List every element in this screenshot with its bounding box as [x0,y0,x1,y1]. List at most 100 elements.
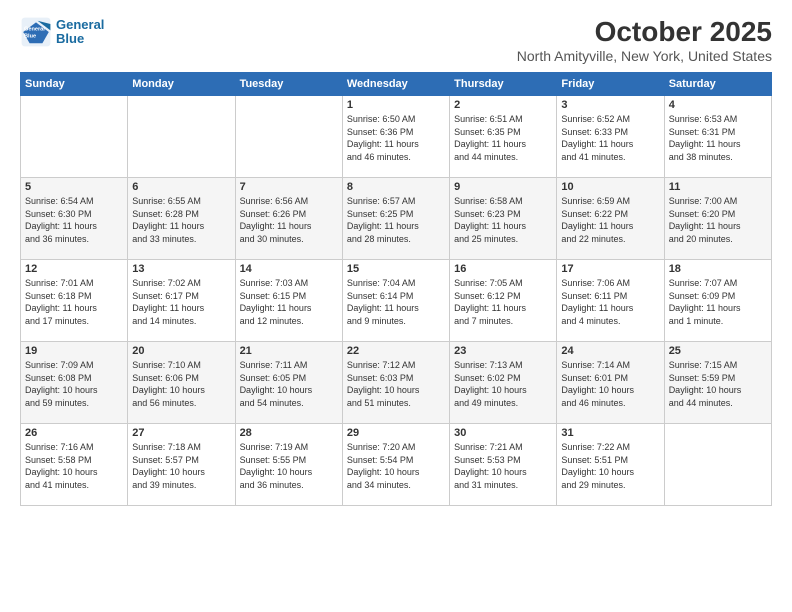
calendar-cell: 21 Sunrise: 7:11 AM Sunset: 6:05 PM Dayli… [235,342,342,424]
cell-content: Sunrise: 7:18 AM Sunset: 5:57 PM Dayligh… [132,441,230,491]
calendar-title: October 2025 [517,16,772,48]
calendar-cell: 25Sunrise: 7:15 AM Sunset: 5:59 PM Dayli… [664,342,771,424]
logo-line2: Blue [56,32,104,46]
day-number: 3 [561,99,659,111]
calendar-cell: 13 Sunrise: 7:02 AM Sunset: 6:17 PM Dayli… [128,260,235,342]
cell-content: Sunrise: 7:10 AM Sunset: 6:06 PM Dayligh… [132,359,230,409]
svg-text:General: General [24,26,45,32]
day-number: 8 [347,181,445,193]
header-wednesday: Wednesday [342,73,449,96]
cell-content: Sunrise: 7:04 AM Sunset: 6:14 PM Dayligh… [347,277,445,327]
calendar-cell [664,424,771,506]
logo: General Blue General Blue [20,16,104,48]
cell-content: Sunrise: 6:53 AM Sunset: 6:31 PM Dayligh… [669,113,767,163]
cell-content: Sunrise: 6:54 AM Sunset: 6:30 PM Dayligh… [25,195,123,245]
calendar-cell: 6 Sunrise: 6:55 AM Sunset: 6:28 PM Daylig… [128,178,235,260]
cell-content: Sunrise: 7:11 AM Sunset: 6:05 PM Dayligh… [240,359,338,409]
calendar-cell: 4 Sunrise: 6:53 AM Sunset: 6:31 PM Daylig… [664,96,771,178]
calendar-cell: 16 Sunrise: 7:05 AM Sunset: 6:12 PM Dayli… [450,260,557,342]
day-number: 21 [240,345,338,357]
calendar-week-3: 12 Sunrise: 7:01 AM Sunset: 6:18 PM Dayli… [21,260,772,342]
cell-content: Sunrise: 7:13 AM Sunset: 6:02 PM Dayligh… [454,359,552,409]
logo-line1: General [56,18,104,32]
calendar-cell: 29Sunrise: 7:20 AM Sunset: 5:54 PM Dayli… [342,424,449,506]
header-friday: Friday [557,73,664,96]
calendar-week-4: 19 Sunrise: 7:09 AM Sunset: 6:08 PM Dayli… [21,342,772,424]
day-number: 31 [561,427,659,439]
calendar-cell: 31 Sunrise: 7:22 AM Sunset: 5:51 PM Dayli… [557,424,664,506]
day-number: 29 [347,427,445,439]
day-number: 2 [454,99,552,111]
cell-content: Sunrise: 7:12 AM Sunset: 6:03 PM Dayligh… [347,359,445,409]
header-row: Sunday Monday Tuesday Wednesday Thursday… [21,73,772,96]
cell-content: Sunrise: 6:55 AM Sunset: 6:28 PM Dayligh… [132,195,230,245]
cell-content: Sunrise: 6:59 AM Sunset: 6:22 PM Dayligh… [561,195,659,245]
calendar-cell: 24Sunrise: 7:14 AM Sunset: 6:01 PM Dayli… [557,342,664,424]
cell-content: Sunrise: 7:19 AM Sunset: 5:55 PM Dayligh… [240,441,338,491]
cell-content: Sunrise: 7:00 AM Sunset: 6:20 PM Dayligh… [669,195,767,245]
cell-content: Sunrise: 7:15 AM Sunset: 5:59 PM Dayligh… [669,359,767,409]
cell-content: Sunrise: 6:51 AM Sunset: 6:35 PM Dayligh… [454,113,552,163]
day-number: 30 [454,427,552,439]
cell-content: Sunrise: 7:21 AM Sunset: 5:53 PM Dayligh… [454,441,552,491]
header: General Blue General Blue October 2025 N… [20,16,772,64]
calendar-header: Sunday Monday Tuesday Wednesday Thursday… [21,73,772,96]
header-thursday: Thursday [450,73,557,96]
day-number: 17 [561,263,659,275]
calendar-cell: 30 Sunrise: 7:21 AM Sunset: 5:53 PM Dayli… [450,424,557,506]
cell-content: Sunrise: 6:56 AM Sunset: 6:26 PM Dayligh… [240,195,338,245]
calendar-cell: 2 Sunrise: 6:51 AM Sunset: 6:35 PM Daylig… [450,96,557,178]
calendar-cell: 15 Sunrise: 7:04 AM Sunset: 6:14 PM Dayli… [342,260,449,342]
calendar-cell: 22Sunrise: 7:12 AM Sunset: 6:03 PM Dayli… [342,342,449,424]
day-number: 28 [240,427,338,439]
day-number: 5 [25,181,123,193]
cell-content: Sunrise: 7:01 AM Sunset: 6:18 PM Dayligh… [25,277,123,327]
day-number: 14 [240,263,338,275]
page: General Blue General Blue October 2025 N… [0,0,792,612]
calendar-cell: 18 Sunrise: 7:07 AM Sunset: 6:09 PM Dayli… [664,260,771,342]
cell-content: Sunrise: 7:22 AM Sunset: 5:51 PM Dayligh… [561,441,659,491]
calendar-body: 1Sunrise: 6:50 AM Sunset: 6:36 PM Daylig… [21,96,772,506]
cell-content: Sunrise: 6:58 AM Sunset: 6:23 PM Dayligh… [454,195,552,245]
cell-content: Sunrise: 7:07 AM Sunset: 6:09 PM Dayligh… [669,277,767,327]
calendar-cell: 19 Sunrise: 7:09 AM Sunset: 6:08 PM Dayli… [21,342,128,424]
header-monday: Monday [128,73,235,96]
calendar-cell: 5 Sunrise: 6:54 AM Sunset: 6:30 PM Daylig… [21,178,128,260]
day-number: 26 [25,427,123,439]
day-number: 11 [669,181,767,193]
calendar-cell [128,96,235,178]
cell-content: Sunrise: 7:03 AM Sunset: 6:15 PM Dayligh… [240,277,338,327]
logo-icon: General Blue [20,16,52,48]
calendar-week-5: 26 Sunrise: 7:16 AM Sunset: 5:58 PM Dayli… [21,424,772,506]
cell-content: Sunrise: 7:16 AM Sunset: 5:58 PM Dayligh… [25,441,123,491]
calendar-cell [235,96,342,178]
day-number: 20 [132,345,230,357]
cell-content: Sunrise: 7:02 AM Sunset: 6:17 PM Dayligh… [132,277,230,327]
calendar-subtitle: North Amityville, New York, United State… [517,48,772,64]
cell-content: Sunrise: 7:05 AM Sunset: 6:12 PM Dayligh… [454,277,552,327]
calendar-cell: 28 Sunrise: 7:19 AM Sunset: 5:55 PM Dayli… [235,424,342,506]
day-number: 12 [25,263,123,275]
day-number: 13 [132,263,230,275]
cell-content: Sunrise: 6:57 AM Sunset: 6:25 PM Dayligh… [347,195,445,245]
calendar-cell: 10Sunrise: 6:59 AM Sunset: 6:22 PM Dayli… [557,178,664,260]
day-number: 18 [669,263,767,275]
header-saturday: Saturday [664,73,771,96]
calendar-cell: 3Sunrise: 6:52 AM Sunset: 6:33 PM Daylig… [557,96,664,178]
day-number: 6 [132,181,230,193]
calendar-cell: 23Sunrise: 7:13 AM Sunset: 6:02 PM Dayli… [450,342,557,424]
day-number: 16 [454,263,552,275]
cell-content: Sunrise: 7:09 AM Sunset: 6:08 PM Dayligh… [25,359,123,409]
cell-content: Sunrise: 7:14 AM Sunset: 6:01 PM Dayligh… [561,359,659,409]
title-block: October 2025 North Amityville, New York,… [517,16,772,64]
calendar-cell: 27Sunrise: 7:18 AM Sunset: 5:57 PM Dayli… [128,424,235,506]
day-number: 15 [347,263,445,275]
day-number: 7 [240,181,338,193]
day-number: 1 [347,99,445,111]
calendar-table: Sunday Monday Tuesday Wednesday Thursday… [20,72,772,506]
day-number: 4 [669,99,767,111]
day-number: 9 [454,181,552,193]
header-tuesday: Tuesday [235,73,342,96]
calendar-cell: 12 Sunrise: 7:01 AM Sunset: 6:18 PM Dayli… [21,260,128,342]
day-number: 19 [25,345,123,357]
